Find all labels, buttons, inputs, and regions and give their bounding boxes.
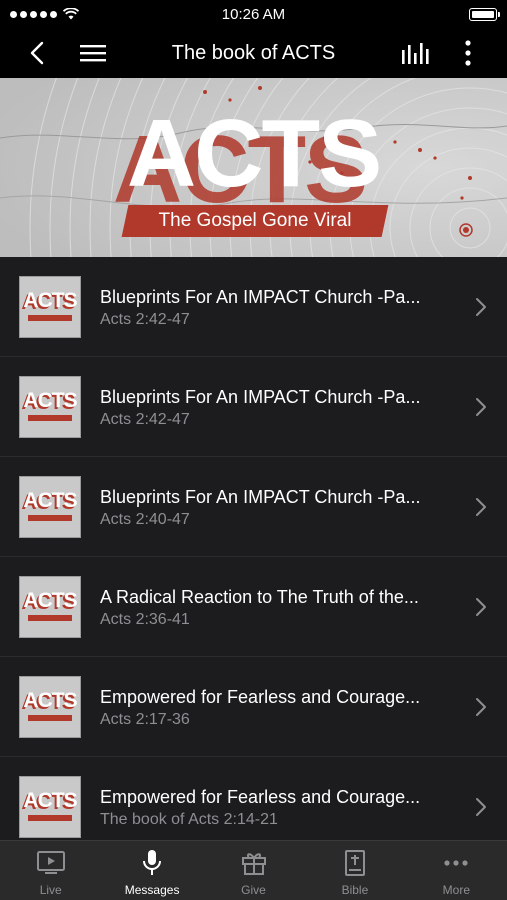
message-title: Empowered for Fearless and Courage...: [100, 787, 421, 807]
tab-label: More: [442, 883, 470, 897]
message-thumbnail: ACTS ACTS: [19, 676, 81, 738]
message-title: Empowered for Fearless and Courage...: [100, 687, 421, 707]
tab-messages[interactable]: Messages: [101, 841, 202, 900]
chevron-right-icon: [476, 598, 486, 616]
thumbnail-subtitle-bar: [28, 415, 72, 421]
message-title: Blueprints For An IMPACT Church -Pa...: [100, 287, 421, 307]
thumbnail-subtitle-bar: [28, 715, 72, 721]
thumbnail-subtitle-bar: [28, 515, 72, 521]
back-button[interactable]: [22, 28, 52, 78]
message-thumbnail: ACTS ACTS: [19, 476, 81, 538]
message-title: Blueprints For An IMPACT Church -Pa...: [100, 487, 421, 507]
tab-give[interactable]: Give: [203, 841, 304, 900]
message-thumbnail: ACTS ACTS: [19, 776, 81, 838]
message-row[interactable]: ACTS ACTS A Radical Reaction to The Trut…: [0, 557, 507, 657]
audio-button[interactable]: [398, 28, 432, 78]
message-row[interactable]: ACTS ACTS Blueprints For An IMPACT Churc…: [0, 457, 507, 557]
menu-button[interactable]: [78, 28, 108, 78]
message-subtitle: The book of Acts 2:14-21: [100, 811, 278, 828]
tab-label: Give: [241, 883, 266, 897]
more-options-button[interactable]: [458, 28, 478, 78]
message-subtitle: Acts 2:42-47: [100, 311, 190, 328]
message-subtitle: Acts 2:17-36: [100, 711, 190, 728]
navigation-bar: The book of ACTS: [0, 28, 507, 78]
message-row[interactable]: ACTS ACTS Empowered for Fearless and Cou…: [0, 657, 507, 757]
vertical-dots-icon: [465, 40, 471, 66]
battery-icon: [469, 7, 500, 21]
message-row[interactable]: ACTS ACTS Blueprints For An IMPACT Churc…: [0, 257, 507, 357]
thumbnail-title: ACTS: [23, 289, 77, 312]
message-list: ACTS ACTS Blueprints For An IMPACT Churc…: [0, 257, 507, 840]
tab-label: Messages: [124, 883, 180, 897]
microphone-icon: [143, 850, 162, 875]
chevron-right-icon: [476, 498, 486, 516]
status-time: 10:26 AM: [221, 5, 286, 23]
hamburger-menu-icon: [80, 45, 106, 62]
audio-bars-icon: [402, 43, 429, 64]
message-subtitle: Acts 2:42-47: [100, 411, 190, 428]
message-thumbnail: ACTS ACTS: [19, 376, 81, 438]
thumbnail-subtitle-bar: [28, 815, 72, 821]
banner-title: ACTS: [126, 100, 382, 207]
tab-label: Bible: [341, 883, 369, 897]
series-banner: ACTS ACTS The Gospel Gone Viral: [0, 78, 507, 257]
status-bar: 10:26 AM: [0, 0, 507, 28]
tab-bar: Live Messages Give Bible More: [0, 840, 507, 900]
message-subtitle: Acts 2:36-41: [100, 611, 190, 628]
tab-label: Live: [39, 883, 62, 897]
chevron-right-icon: [476, 698, 486, 716]
thumbnail-subtitle-bar: [28, 315, 72, 321]
chevron-right-icon: [476, 298, 486, 316]
banner-subtitle: The Gospel Gone Viral: [158, 210, 352, 231]
message-thumbnail: ACTS ACTS: [19, 276, 81, 338]
live-video-icon: [36, 851, 65, 874]
message-thumbnail: ACTS ACTS: [19, 576, 81, 638]
message-title: Blueprints For An IMPACT Church -Pa...: [100, 387, 421, 407]
message-title: A Radical Reaction to The Truth of the..…: [100, 587, 419, 607]
message-row[interactable]: ACTS ACTS Empowered for Fearless and Cou…: [0, 757, 507, 840]
thumbnail-title: ACTS: [23, 389, 77, 412]
bible-icon: [344, 850, 365, 876]
tab-bible[interactable]: Bible: [304, 841, 405, 900]
chevron-right-icon: [476, 798, 486, 816]
message-subtitle: Acts 2:40-47: [100, 511, 190, 528]
thumbnail-subtitle-bar: [28, 615, 72, 621]
chevron-right-icon: [476, 398, 486, 416]
thumbnail-title: ACTS: [23, 689, 77, 712]
message-row[interactable]: ACTS ACTS Blueprints For An IMPACT Churc…: [0, 357, 507, 457]
thumbnail-title: ACTS: [23, 589, 77, 612]
gift-icon: [241, 853, 266, 875]
chevron-left-icon: [30, 41, 44, 65]
tab-live[interactable]: Live: [0, 841, 101, 900]
tab-more[interactable]: More: [406, 841, 507, 900]
thumbnail-title: ACTS: [23, 789, 77, 812]
more-dots-icon: [444, 860, 468, 866]
thumbnail-title: ACTS: [23, 489, 77, 512]
